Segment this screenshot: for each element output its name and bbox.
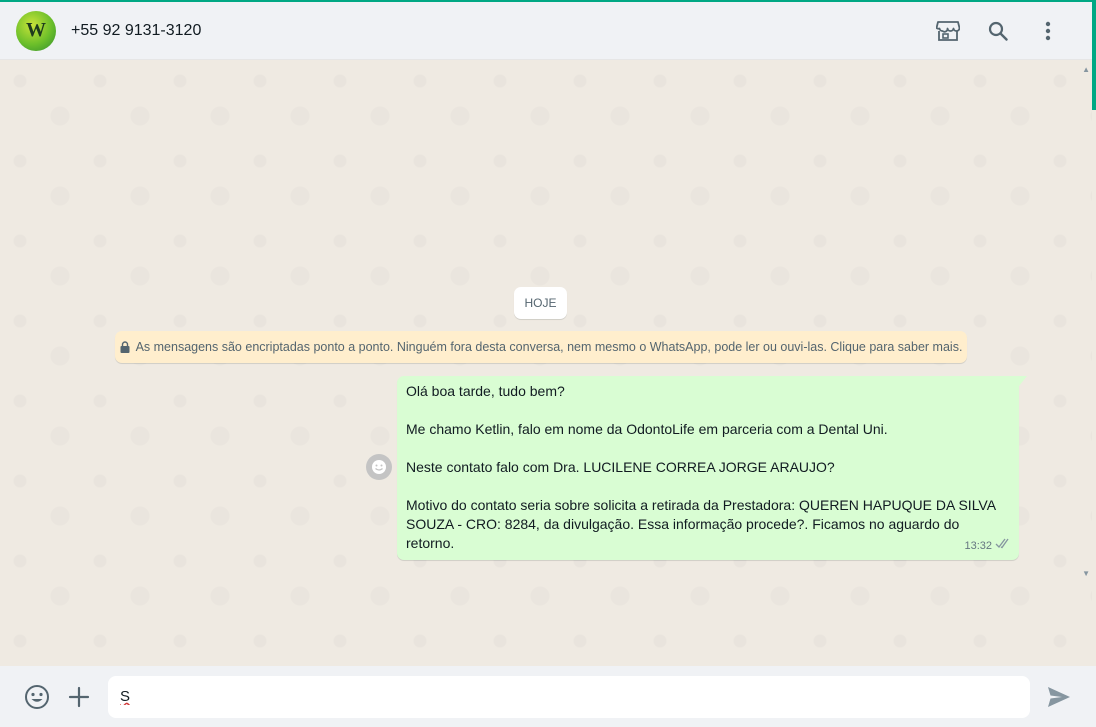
scroll-up-arrow-icon[interactable]: ▲ [1082, 65, 1090, 74]
scroll-down-arrow-icon[interactable]: ▼ [1082, 569, 1090, 578]
send-icon[interactable] [1046, 684, 1072, 710]
catalog-store-icon[interactable] [936, 19, 960, 43]
reaction-emoji-icon[interactable] [366, 454, 392, 480]
emoji-icon[interactable] [24, 684, 50, 710]
contact-avatar[interactable]: W [16, 10, 56, 51]
header-actions [936, 19, 1076, 43]
message-line: Me chamo Ketlin, falo em nome da OdontoL… [406, 421, 888, 437]
bubble-tail [1019, 376, 1027, 386]
lock-icon [120, 341, 132, 353]
double-check-icon [995, 537, 1011, 556]
outgoing-message-bubble[interactable]: Olá boa tarde, tudo bem? Me chamo Ketlin… [397, 376, 1027, 560]
contact-name[interactable]: +55 92 9131-3120 [71, 22, 201, 40]
encryption-notice-text: As mensagens são encriptadas ponto a pon… [135, 340, 963, 354]
message-line: Neste contato falo com Dra. LUCILENE COR… [406, 459, 835, 475]
plus-icon[interactable] [66, 684, 92, 710]
message-line: Motivo do contato seria sobre solicita a… [406, 497, 996, 551]
chat-area[interactable]: ▲ ▼ HOJE As mensagens são encriptadas po… [0, 61, 1092, 666]
menu-dots-icon[interactable] [1036, 19, 1060, 43]
message-time: 13:32 [964, 540, 992, 552]
avatar-initial: W [26, 19, 46, 41]
encryption-notice[interactable]: As mensagens são encriptadas ponto a pon… [115, 331, 967, 363]
right-accent-bar [1092, 0, 1096, 110]
message-input[interactable] [108, 675, 1030, 718]
message-line: Olá boa tarde, tudo bem? [406, 383, 565, 399]
message-composer [0, 666, 1096, 727]
date-separator: HOJE [514, 287, 567, 319]
chat-scrollbar[interactable]: ▲ ▼ [1082, 61, 1092, 666]
search-icon[interactable] [986, 19, 1010, 43]
chat-header: W +55 92 9131-3120 [0, 2, 1092, 60]
message-meta: 13:32 [964, 537, 1011, 556]
